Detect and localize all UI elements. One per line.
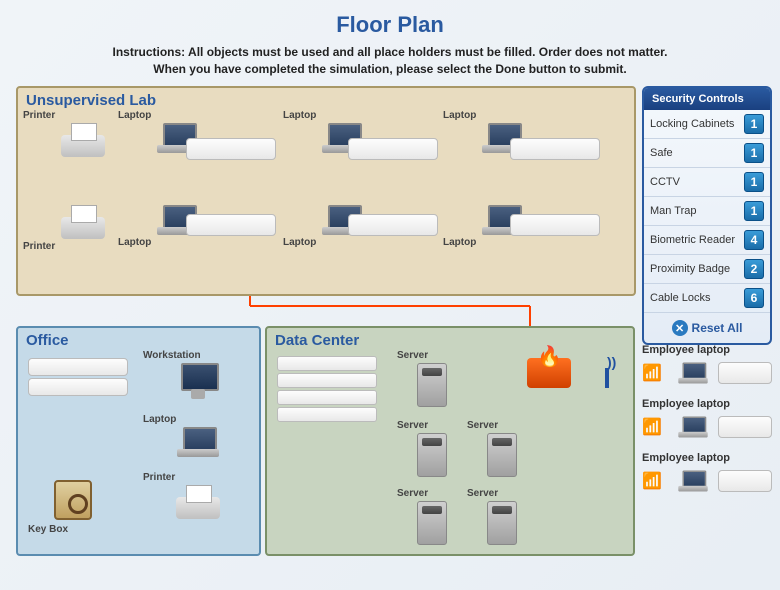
security-controls-panel: Security Controls Locking Cabinets 1 Saf… [642, 86, 772, 345]
device-label: Printer [143, 472, 253, 483]
device-label: Laptop [118, 110, 238, 121]
device-label: Workstation [143, 350, 253, 361]
zone-unsupervised-lab: Unsupervised Lab Printer Laptop Laptop L… [16, 86, 636, 296]
security-item-biometric-reader[interactable]: Biometric Reader 4 [644, 226, 770, 255]
wifi-icon [642, 363, 668, 383]
printer-icon [61, 123, 105, 157]
placeholder-drop[interactable] [28, 358, 128, 376]
main-area: Unsupervised Lab Printer Laptop Laptop L… [0, 86, 780, 576]
placeholder-drop[interactable] [510, 214, 600, 236]
security-item-label: Biometric Reader [650, 234, 735, 246]
security-item-label: CCTV [650, 176, 680, 188]
employee-laptop-3: Employee laptop [642, 452, 772, 496]
security-item-label: Proximity Badge [650, 263, 730, 275]
placeholder-drop[interactable] [718, 470, 772, 492]
dc-server-3: Server [467, 420, 537, 479]
dc-antenna [597, 358, 617, 388]
device-label: Laptop [143, 414, 253, 425]
instructions-line2: When you have completed the simulation, … [153, 62, 626, 76]
security-item-proximity-badge[interactable]: Proximity Badge 2 [644, 255, 770, 284]
security-item-count: 4 [744, 230, 764, 250]
security-item-label: Cable Locks [650, 292, 711, 304]
dc-server-2: Server [397, 420, 467, 479]
dc-server-4: Server [397, 488, 467, 547]
close-icon: ✕ [672, 320, 688, 336]
zone-data-center: Data Center Server Server Server Server … [265, 326, 635, 556]
security-item-count: 2 [744, 259, 764, 279]
instructions: Instructions: All objects must be used a… [0, 44, 780, 86]
placeholder-drop[interactable] [348, 138, 438, 160]
office-workstation: Workstation [143, 350, 253, 401]
device-label: Key Box [28, 524, 118, 535]
wifi-icon [642, 471, 668, 491]
security-item-count: 1 [744, 143, 764, 163]
placeholder-drop[interactable] [510, 138, 600, 160]
firewall-icon [527, 358, 571, 388]
office-laptop: Laptop [143, 414, 253, 459]
device-label: Laptop [283, 110, 403, 121]
server-icon [417, 363, 447, 407]
employee-laptop-label: Employee laptop [642, 398, 772, 410]
placeholder-drop[interactable] [718, 362, 772, 384]
wifi-icon [642, 417, 668, 437]
placeholder-drop[interactable] [28, 378, 128, 396]
laptop-icon [678, 470, 707, 491]
security-item-label: Safe [650, 147, 673, 159]
security-item-locking-cabinets[interactable]: Locking Cabinets 1 [644, 110, 770, 139]
security-item-count: 6 [744, 288, 764, 308]
device-label: Laptop [283, 237, 403, 248]
device-label: Server [467, 488, 537, 499]
page-title: Floor Plan [0, 0, 780, 44]
printer-icon [61, 205, 105, 239]
antenna-icon [597, 358, 617, 388]
safe-icon [54, 480, 92, 520]
instructions-line1: Instructions: All objects must be used a… [113, 45, 668, 59]
employee-laptop-1: Employee laptop [642, 344, 772, 388]
employee-laptop-2: Employee laptop [642, 398, 772, 442]
security-item-man-trap[interactable]: Man Trap 1 [644, 197, 770, 226]
placeholder-stack[interactable] [277, 356, 377, 424]
server-icon [487, 501, 517, 545]
device-label: Server [397, 488, 467, 499]
placeholder-drop[interactable] [186, 138, 276, 160]
office-keybox: Key Box [28, 478, 118, 535]
placeholder-drop[interactable] [718, 416, 772, 438]
device-label: Server [397, 420, 467, 431]
dc-server-1: Server [397, 350, 467, 409]
employee-laptop-label: Employee laptop [642, 344, 772, 356]
security-item-label: Locking Cabinets [650, 118, 734, 130]
security-item-safe[interactable]: Safe 1 [644, 139, 770, 168]
device-label: Server [467, 420, 537, 431]
device-label: Laptop [443, 110, 563, 121]
placeholder-drop[interactable] [186, 214, 276, 236]
security-item-count: 1 [744, 172, 764, 192]
workstation-icon [177, 363, 219, 399]
laptop-icon [678, 362, 707, 383]
office-printer: Printer [143, 472, 253, 521]
device-label: Laptop [118, 237, 238, 248]
security-item-count: 1 [744, 114, 764, 134]
laptop-icon [678, 416, 707, 437]
printer-icon [176, 485, 220, 519]
dc-firewall [527, 358, 571, 388]
server-icon [487, 433, 517, 477]
security-panel-header: Security Controls [644, 88, 770, 110]
server-icon [417, 501, 447, 545]
laptop-icon [177, 427, 219, 457]
zone-office: Office Workstation Laptop Printer Key Bo… [16, 326, 261, 556]
dc-server-5: Server [467, 488, 537, 547]
reset-label: Reset All [692, 321, 743, 335]
reset-all-button[interactable]: ✕ Reset All [672, 320, 743, 336]
server-icon [417, 433, 447, 477]
employee-laptops-area: Employee laptop Employee laptop Employee… [642, 344, 772, 506]
security-item-cable-locks[interactable]: Cable Locks 6 [644, 284, 770, 313]
device-label: Laptop [443, 237, 563, 248]
security-item-label: Man Trap [650, 205, 696, 217]
device-label: Server [397, 350, 467, 361]
employee-laptop-label: Employee laptop [642, 452, 772, 464]
placeholder-drop[interactable] [348, 214, 438, 236]
security-item-cctv[interactable]: CCTV 1 [644, 168, 770, 197]
security-item-count: 1 [744, 201, 764, 221]
